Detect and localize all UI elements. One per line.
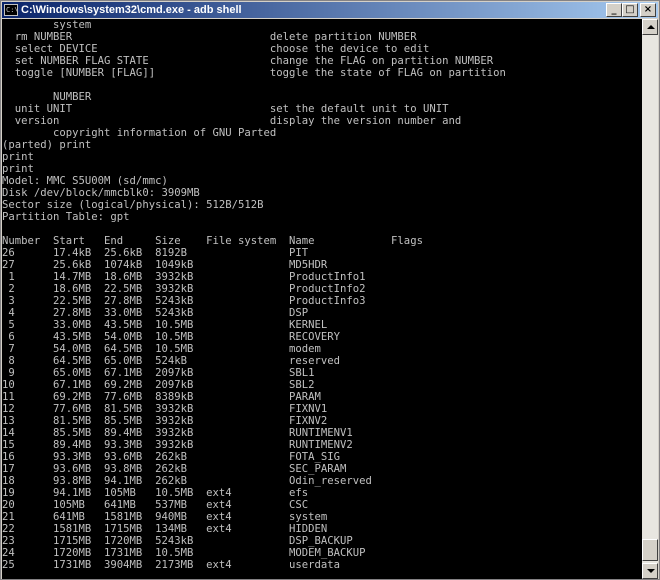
- console-line: print: [2, 163, 34, 175]
- console-line: toggle [NUMBER [FLAG]] toggle the state …: [2, 67, 506, 79]
- title-bar[interactable]: C:\ C:\Windows\system32\cmd.exe - adb sh…: [2, 2, 658, 18]
- console-output[interactable]: system rm NUMBER delete partition NUMBER…: [2, 19, 642, 579]
- window-title: C:\Windows\system32\cmd.exe - adb shell: [21, 4, 242, 16]
- console-line: select DEVICE choose the device to edit: [2, 43, 430, 55]
- console-line: 15 89.4MB 93.3MB 3932kB RUNTIMENV2: [2, 439, 353, 451]
- console-line: 14 85.5MB 89.4MB 3932kB RUNTIMENV1: [2, 427, 353, 439]
- console-line: NUMBER: [2, 91, 92, 103]
- console-line: version display the version number and: [2, 115, 462, 127]
- console-line: 3 22.5MB 27.8MB 5243kB ProductInfo3: [2, 295, 366, 307]
- vertical-scrollbar[interactable]: [642, 19, 658, 579]
- arrow-up-icon: [647, 25, 655, 29]
- console-line: 12 77.6MB 81.5MB 3932kB FIXNV1: [2, 403, 328, 415]
- console-line: 26 17.4kB 25.6kB 8192B PIT: [2, 247, 309, 259]
- console-line: Disk /dev/block/mmcblk0: 3909MB: [2, 187, 200, 199]
- maximize-button[interactable]: □: [622, 3, 638, 17]
- console-line: 23 1715MB 1720MB 5243kB DSP_BACKUP: [2, 535, 353, 547]
- console-line: 25 1731MB 3904MB 2173MB ext4 userdata: [2, 559, 341, 571]
- console-line: 19 94.1MB 105MB 10.5MB ext4 efs: [2, 487, 309, 499]
- cmd-window: C:\ C:\Windows\system32\cmd.exe - adb sh…: [0, 0, 660, 580]
- console-line: 17 93.6MB 93.8MB 262kB SEC_PARAM: [2, 463, 347, 475]
- close-button[interactable]: ×: [640, 3, 656, 17]
- console-line: Model: MMC S5U00M (sd/mmc): [2, 175, 168, 187]
- console-line: Partition Table: gpt: [2, 211, 130, 223]
- console-line: copyright information of GNU Parted: [2, 127, 277, 139]
- console-line: Sector size (logical/physical): 512B/512…: [2, 199, 264, 211]
- console-line: 9 65.0MB 67.1MB 2097kB SBL1: [2, 367, 315, 379]
- console-line: 8 64.5MB 65.0MB 524kB reserved: [2, 355, 341, 367]
- minimize-button[interactable]: _: [606, 3, 622, 17]
- console-line: 10 67.1MB 69.2MB 2097kB SBL2: [2, 379, 315, 391]
- console-line: 21 641MB 1581MB 940MB ext4 system: [2, 511, 328, 523]
- minimize-icon: _: [611, 4, 617, 15]
- maximize-icon: □: [625, 4, 635, 15]
- scroll-thumb[interactable]: [642, 539, 658, 561]
- scroll-down-button[interactable]: [642, 563, 658, 579]
- console-line: 20 105MB 641MB 537MB ext4 CSC: [2, 499, 309, 511]
- console-text: system rm NUMBER delete partition NUMBER…: [2, 19, 642, 571]
- console-line: 6 43.5MB 54.0MB 10.5MB RECOVERY: [2, 331, 341, 343]
- console-line: rm NUMBER delete partition NUMBER: [2, 31, 417, 43]
- console-line: 5 33.0MB 43.5MB 10.5MB KERNEL: [2, 319, 328, 331]
- console-line: 18 93.8MB 94.1MB 262kB Odin_reserved: [2, 475, 372, 487]
- console-line: set NUMBER FLAG STATE change the FLAG on…: [2, 55, 494, 67]
- console-line: (parted) print: [2, 139, 92, 151]
- console-line: 27 25.6kB 1074kB 1049kB MD5HDR: [2, 259, 328, 271]
- console-line: print: [2, 151, 34, 163]
- console-line: 24 1720MB 1731MB 10.5MB MODEM_BACKUP: [2, 547, 366, 559]
- console-line: unit UNIT set the default unit to UNIT: [2, 103, 449, 115]
- console-line: 16 93.3MB 93.6MB 262kB FOTA_SIG: [2, 451, 341, 463]
- console-line: 11 69.2MB 77.6MB 8389kB PARAM: [2, 391, 321, 403]
- close-icon: ×: [643, 4, 653, 15]
- window-controls: _ □ ×: [606, 3, 656, 17]
- arrow-down-icon: [647, 569, 655, 573]
- console-line: 22 1581MB 1715MB 134MB ext4 HIDDEN: [2, 523, 328, 535]
- cmd-icon[interactable]: C:\: [4, 4, 18, 16]
- console-line: 7 54.0MB 64.5MB 10.5MB modem: [2, 343, 321, 355]
- console-line: 2 18.6MB 22.5MB 3932kB ProductInfo2: [2, 283, 366, 295]
- console-line: 13 81.5MB 85.5MB 3932kB FIXNV2: [2, 415, 328, 427]
- console-line: system: [2, 19, 92, 31]
- scroll-up-button[interactable]: [642, 19, 658, 35]
- console-line: 4 27.8MB 33.0MB 5243kB DSP: [2, 307, 309, 319]
- console-line: 1 14.7MB 18.6MB 3932kB ProductInfo1: [2, 271, 366, 283]
- console-line: Number Start End Size File system Name F…: [2, 235, 423, 247]
